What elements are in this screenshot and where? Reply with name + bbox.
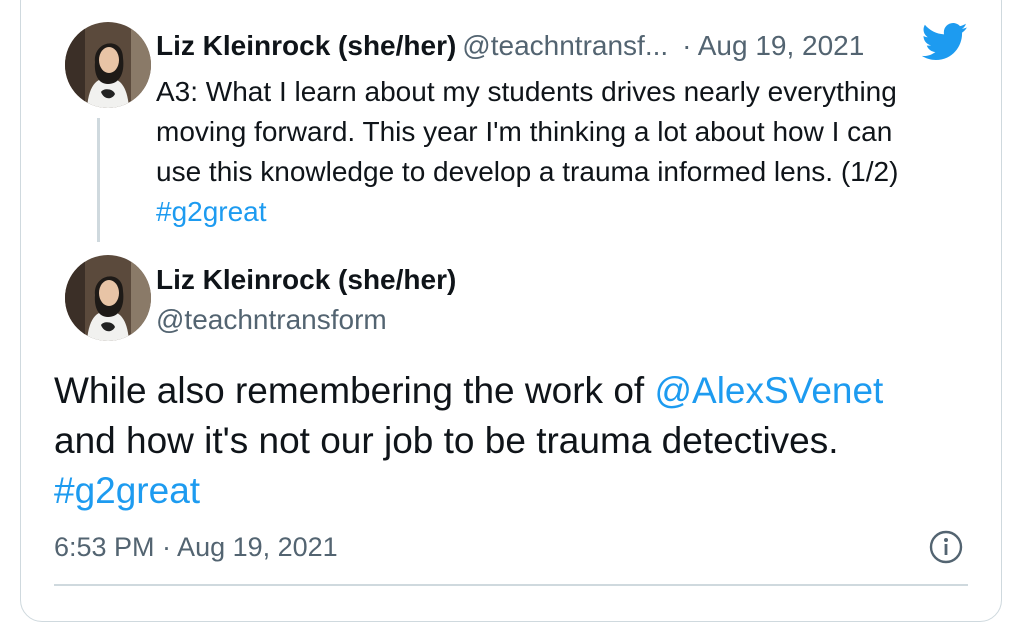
author-name[interactable]: Liz Kleinrock (she/her) (156, 30, 456, 61)
hashtag-link[interactable]: #g2great (54, 470, 200, 511)
tweet-text-line: moving forward. This year I'm thinking a… (156, 116, 893, 147)
author-handle[interactable]: @teachntransform (156, 302, 387, 338)
avatar[interactable] (65, 255, 151, 341)
main-tweet-text: While also remembering the work of @Alex… (54, 366, 954, 516)
divider (54, 584, 968, 586)
mention-link[interactable]: @AlexSVenet (654, 370, 883, 411)
parent-tweet-header: Liz Kleinrock (she/her) @teachntransf... ·… (156, 28, 864, 64)
separator-dot: · (682, 30, 692, 61)
hashtag-link[interactable]: #g2great (156, 196, 267, 227)
tweet-text-segment: While also remembering the work of (54, 370, 655, 411)
tweet-text-line: A3: What I learn about my students drive… (156, 76, 897, 107)
twitter-bird-icon[interactable] (922, 22, 968, 62)
tweet-text-line: use this knowledge to develop a trauma i… (156, 156, 899, 187)
author-name[interactable]: Liz Kleinrock (she/her) (156, 262, 456, 298)
tweet-date[interactable]: Aug 19, 2021 (698, 30, 865, 61)
tweet-timestamp[interactable]: 6:53 PM · Aug 19, 2021 (54, 530, 338, 564)
avatar[interactable] (65, 22, 151, 108)
info-icon[interactable] (928, 529, 964, 565)
parent-tweet-text: A3: What I learn about my students drive… (156, 72, 966, 232)
thread-connector (97, 118, 100, 242)
tweet-text-line: and how it's not our job to be trauma de… (54, 420, 839, 461)
author-handle[interactable]: @teachntransf... (462, 30, 668, 61)
